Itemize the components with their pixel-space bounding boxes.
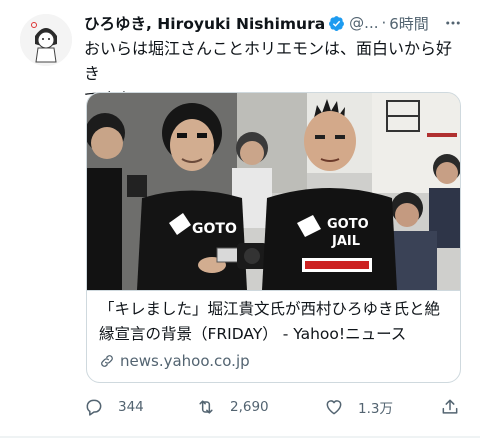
card-title: 「キレました」堀江貴文氏が西村ひろゆき氏と絶 縁宣言の背景（FRIDAY） - … — [99, 297, 451, 347]
avatar[interactable] — [20, 14, 72, 66]
display-name[interactable]: ひろゆき, Hiroyuki Nishimura — [84, 12, 325, 34]
avatar-illustration — [20, 14, 72, 66]
reply-button[interactable]: 344 — [84, 394, 144, 420]
separator: · — [381, 14, 387, 32]
card-title-line: 「キレました」堀江貴文氏が西村ひろゆき氏と絶 — [99, 300, 441, 318]
action-bar: 344 2,690 1.3万 — [80, 394, 470, 420]
shirt-text-left: GOTO — [192, 221, 237, 237]
verified-badge-icon — [329, 15, 345, 31]
tweet-header: ひろゆき, Hiroyuki Nishimura @... · 6時間 — [84, 12, 464, 34]
retweet-count: 2,690 — [230, 399, 269, 415]
card-image[interactable]: GOTO GOTO JAIL — [87, 93, 460, 290]
more-icon — [446, 21, 460, 25]
reply-count: 344 — [118, 399, 144, 415]
shirt-text-right-top: GOTO — [327, 217, 369, 232]
retweet-button[interactable]: 2,690 — [196, 394, 269, 420]
handle[interactable]: @... — [349, 14, 378, 32]
reply-icon — [86, 399, 102, 416]
timestamp[interactable]: 6時間 — [389, 13, 429, 34]
share-icon — [442, 399, 458, 414]
link-icon — [101, 355, 113, 367]
tweet-text-line: おいらは堀江さんことホリエモンは、面白いから好き — [84, 39, 453, 83]
like-button[interactable]: 1.3万 — [324, 394, 393, 420]
card-domain-text: news.yahoo.co.jp — [120, 352, 250, 370]
more-button[interactable] — [442, 12, 464, 34]
news-photo: GOTO GOTO JAIL — [87, 93, 460, 290]
card-domain: news.yahoo.co.jp — [99, 352, 250, 370]
retweet-icon — [199, 400, 213, 414]
share-button[interactable] — [440, 394, 460, 420]
card-body[interactable]: 「キレました」堀江貴文氏が西村ひろゆき氏と絶 縁宣言の背景（FRIDAY） - … — [87, 290, 460, 382]
shirt-text-right-bottom: JAIL — [331, 234, 360, 249]
link-card[interactable]: GOTO GOTO JAIL 「キレました」堀江貴文氏が西村ひろゆき氏と絶 縁宣… — [86, 92, 461, 383]
like-icon — [326, 400, 342, 415]
like-count: 1.3万 — [358, 401, 393, 417]
card-title-line: 縁宣言の背景（FRIDAY） - Yahoo!ニュース — [99, 325, 407, 343]
